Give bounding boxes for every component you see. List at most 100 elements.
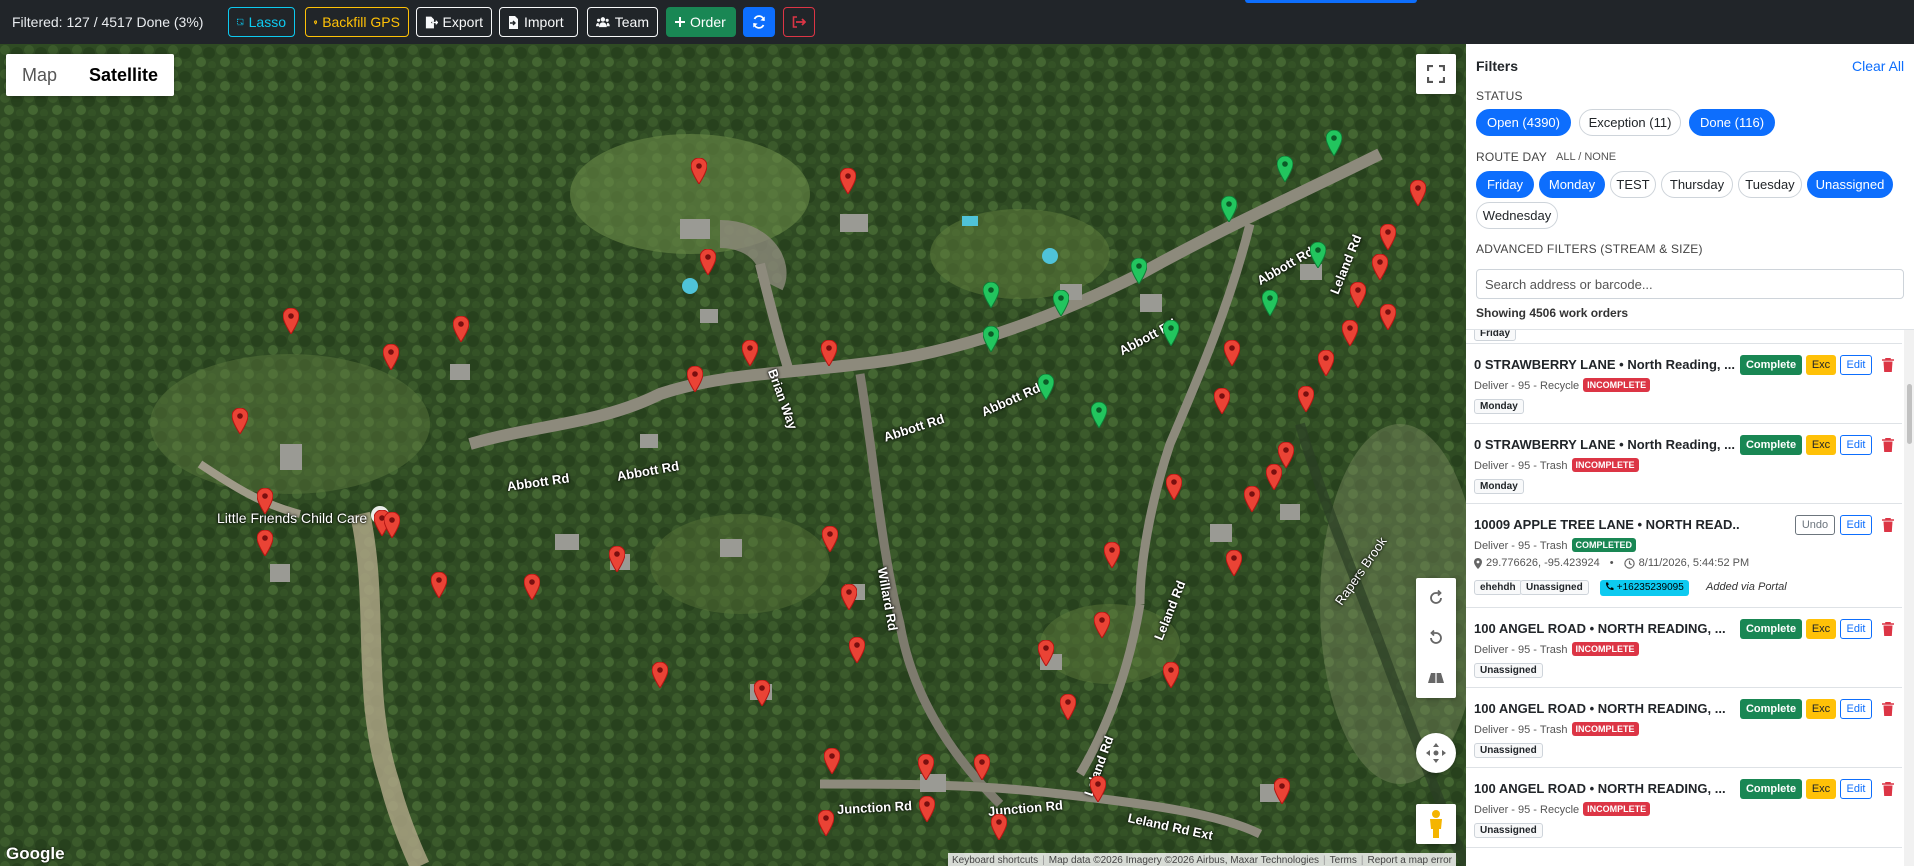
logout-button[interactable] [783, 7, 815, 37]
pin-incomplete[interactable] [700, 249, 716, 275]
pin-done[interactable] [1163, 320, 1179, 346]
pin-incomplete[interactable] [1342, 320, 1358, 346]
pin-incomplete[interactable] [841, 584, 857, 610]
pin-incomplete[interactable] [974, 754, 990, 780]
pin-incomplete[interactable] [232, 408, 248, 434]
complete-button[interactable]: Complete [1740, 619, 1802, 639]
list-scrollbar-thumb[interactable] [1907, 384, 1912, 444]
map-type-satellite-button[interactable]: Satellite [73, 54, 174, 96]
search-input[interactable] [1476, 269, 1904, 299]
new-order-button[interactable]: Order [666, 7, 736, 37]
route-day-tuesday[interactable]: Tuesday [1738, 171, 1802, 198]
pin-incomplete[interactable] [1244, 486, 1260, 512]
pin-incomplete[interactable] [821, 340, 837, 366]
pin-incomplete[interactable] [1298, 386, 1314, 412]
phone-badge[interactable]: +16235239095 [1600, 580, 1689, 596]
pin-incomplete[interactable] [1060, 694, 1076, 720]
fullscreen-button[interactable] [1416, 54, 1456, 94]
pin-done[interactable] [1310, 242, 1326, 268]
pin-done[interactable] [1221, 196, 1237, 222]
rotate-counterclockwise-button[interactable] [1416, 618, 1456, 658]
pin-incomplete[interactable] [283, 308, 299, 334]
team-button[interactable]: Team [587, 7, 658, 37]
lasso-button[interactable]: Lasso [228, 7, 295, 37]
pin-incomplete[interactable] [919, 796, 935, 822]
status-filter-exception[interactable]: Exception (11) [1579, 109, 1681, 136]
pin-incomplete[interactable] [824, 748, 840, 774]
map-view[interactable]: Abbott Rd Abbott Rd Abbott Rd Abbott Rd … [0, 44, 1466, 866]
pin-incomplete[interactable] [453, 316, 469, 342]
edit-button[interactable]: Edit [1840, 619, 1872, 639]
pin-incomplete[interactable] [383, 344, 399, 370]
exception-button[interactable]: Exc [1806, 435, 1836, 455]
pin-done[interactable] [983, 282, 999, 308]
pin-incomplete[interactable] [1038, 640, 1054, 666]
status-filter-open[interactable]: Open (4390) [1476, 109, 1571, 136]
pin-incomplete[interactable] [431, 572, 447, 598]
rotate-clockwise-button[interactable] [1416, 578, 1456, 618]
pin-incomplete[interactable] [1094, 612, 1110, 638]
tilt-button[interactable] [1416, 658, 1456, 698]
trash-icon[interactable] [1882, 358, 1894, 372]
pin-incomplete[interactable] [754, 680, 770, 706]
complete-button[interactable]: Complete [1740, 435, 1802, 455]
edit-button[interactable]: Edit [1840, 435, 1872, 455]
trash-icon[interactable] [1882, 782, 1894, 796]
pin-incomplete[interactable] [1163, 662, 1179, 688]
trash-icon[interactable] [1882, 702, 1894, 716]
refresh-button[interactable] [743, 7, 775, 37]
pin-done[interactable] [1262, 290, 1278, 316]
route-day-monday[interactable]: Monday [1539, 171, 1605, 198]
exception-button[interactable]: Exc [1806, 619, 1836, 639]
pin-incomplete[interactable] [257, 488, 273, 514]
pin-incomplete[interactable] [687, 366, 703, 392]
street-view-pegman-button[interactable] [1416, 804, 1456, 844]
pin-done[interactable] [1091, 402, 1107, 428]
route-day-test[interactable]: TEST [1610, 171, 1656, 198]
pin-incomplete[interactable] [991, 814, 1007, 840]
pin-incomplete[interactable] [1372, 254, 1388, 280]
advanced-filters-toggle[interactable]: ADVANCED FILTERS (STREAM & SIZE) [1476, 242, 1703, 256]
pin-incomplete[interactable] [609, 546, 625, 572]
pin-incomplete[interactable] [849, 637, 865, 663]
keyboard-shortcuts-link[interactable]: Keyboard shortcuts [952, 855, 1038, 866]
exception-button[interactable]: Exc [1806, 355, 1836, 375]
work-order-card[interactable]: 0 STRAWBERRY LANE • North Reading, ... C… [1466, 344, 1902, 424]
work-order-card[interactable]: 100 ANGEL ROAD • NORTH READING, ... Comp… [1466, 768, 1902, 848]
route-day-wednesday[interactable]: Wednesday [1476, 202, 1558, 229]
poi-label[interactable]: Little Friends Child Care [217, 510, 367, 526]
route-day-friday[interactable]: Friday [1476, 171, 1534, 198]
work-order-card[interactable]: 100 ANGEL ROAD • NORTH READING, ... Comp… [1466, 608, 1902, 688]
complete-button[interactable]: Complete [1740, 355, 1802, 375]
pin-incomplete[interactable] [1104, 542, 1120, 568]
pin-incomplete[interactable] [1274, 778, 1290, 804]
complete-button[interactable]: Complete [1740, 779, 1802, 799]
work-order-card-partial[interactable]: Friday [1466, 330, 1902, 344]
work-order-card[interactable]: 100 ANGEL ROAD • NORTH READING, ... Comp… [1466, 688, 1902, 768]
pin-incomplete[interactable] [1318, 350, 1334, 376]
pin-incomplete[interactable] [742, 340, 758, 366]
pin-incomplete[interactable] [257, 530, 273, 556]
all-none-toggle[interactable]: ALL / NONE [1556, 151, 1616, 163]
trash-icon[interactable] [1882, 518, 1894, 532]
undo-button[interactable]: Undo [1795, 515, 1835, 535]
import-button[interactable]: Import [499, 7, 578, 37]
pin-incomplete[interactable] [1380, 224, 1396, 250]
clear-all-link[interactable]: Clear All [1852, 58, 1904, 74]
edit-button[interactable]: Edit [1840, 779, 1872, 799]
pin-done[interactable] [983, 326, 999, 352]
terms-link[interactable]: Terms [1330, 855, 1357, 866]
pin-incomplete[interactable] [1166, 474, 1182, 500]
pin-done[interactable] [1038, 374, 1054, 400]
trash-icon[interactable] [1882, 622, 1894, 636]
pin-incomplete[interactable] [918, 754, 934, 780]
map-type-map-button[interactable]: Map [6, 54, 73, 96]
pin-done[interactable] [1131, 258, 1147, 284]
edit-button[interactable]: Edit [1840, 355, 1872, 375]
pin-done[interactable] [1326, 130, 1342, 156]
pin-done[interactable] [1277, 156, 1293, 182]
pin-incomplete[interactable] [524, 574, 540, 600]
work-order-card[interactable]: 0 STRAWBERRY LANE • North Reading, ... C… [1466, 424, 1902, 504]
pin-incomplete[interactable] [652, 662, 668, 688]
exception-button[interactable]: Exc [1806, 779, 1836, 799]
